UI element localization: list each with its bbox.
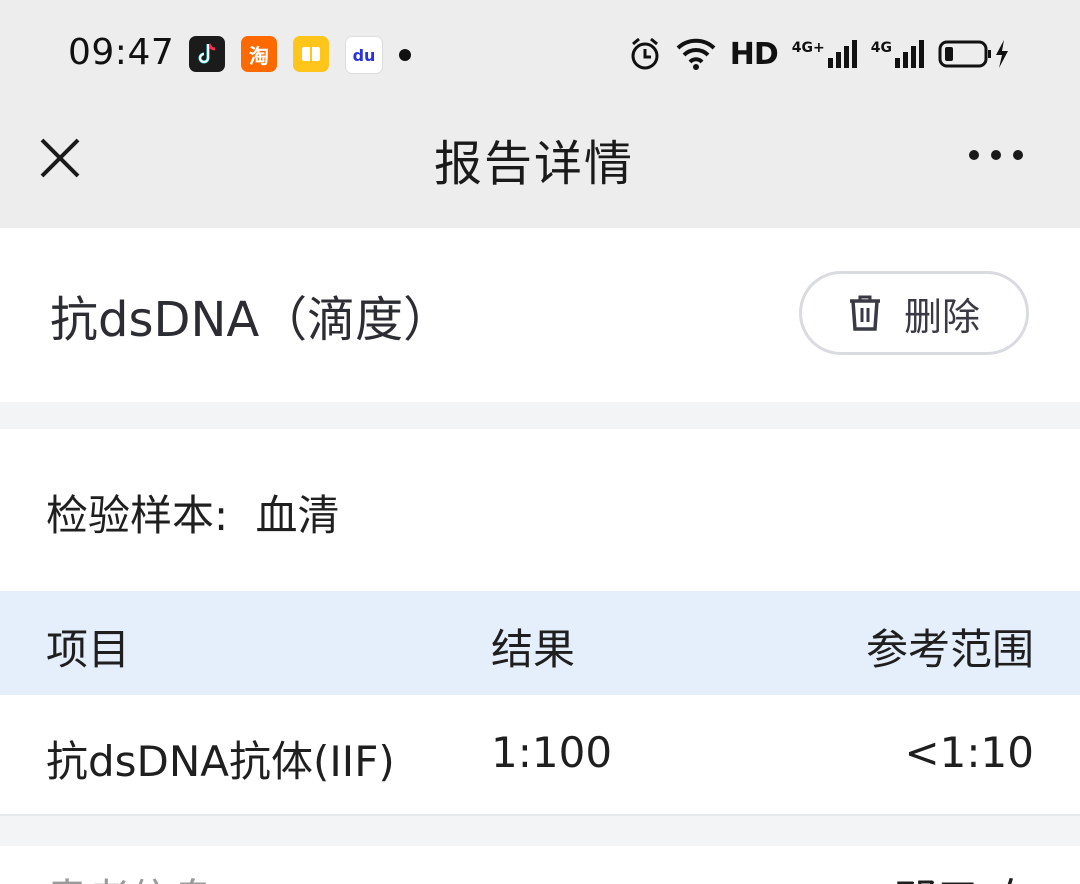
column-header-item: 项目 <box>46 625 131 674</box>
alarm-icon <box>631 37 659 70</box>
more-options-button[interactable] <box>968 146 1024 164</box>
hd-indicator: HD <box>729 36 779 72</box>
baidu-icon-glyph: du <box>352 45 376 65</box>
taobao-icon: 淘 <box>241 36 277 72</box>
cell-item: 抗dsDNA抗体(IIF) <box>46 737 395 786</box>
trash-icon <box>849 295 880 331</box>
notification-dot-icon <box>399 49 411 61</box>
next-section: 患者信息 邓三 女 <box>0 846 1080 884</box>
signal-4g-icon: 4G <box>871 40 924 68</box>
more-icon <box>969 150 1023 160</box>
next-section-title: 患者信息 <box>46 866 214 884</box>
next-section-value: 邓三 女 <box>895 866 1034 884</box>
column-header-range: 参考范围 <box>865 625 1034 674</box>
baidu-icon: du <box>345 36 383 74</box>
status-indicators: HD 4G+ 4G <box>628 34 1014 74</box>
sample-value: 血清 <box>255 491 340 540</box>
wifi-icon <box>676 38 716 70</box>
signal-4g-plus-icon: 4G+ <box>792 40 857 68</box>
delete-label: 删除 <box>903 294 980 339</box>
cell-result: 1:100 <box>491 728 613 777</box>
report-title: 抗dsDNA（滴度） <box>50 292 452 348</box>
column-header-result: 结果 <box>491 625 576 674</box>
status-time: 09:47 <box>68 32 175 73</box>
battery-charging-icon <box>938 40 1008 68</box>
reader-icon <box>293 36 329 72</box>
sample-line: 检验样本: 血清 <box>46 482 340 543</box>
page-title: 报告详情 <box>433 136 634 192</box>
cell-range: <1:10 <box>904 728 1034 777</box>
sample-label: 检验样本: <box>46 491 229 540</box>
taobao-icon-glyph: 淘 <box>249 43 269 68</box>
delete-button[interactable]: 删除 <box>799 271 1029 355</box>
tiktok-icon <box>189 36 225 72</box>
